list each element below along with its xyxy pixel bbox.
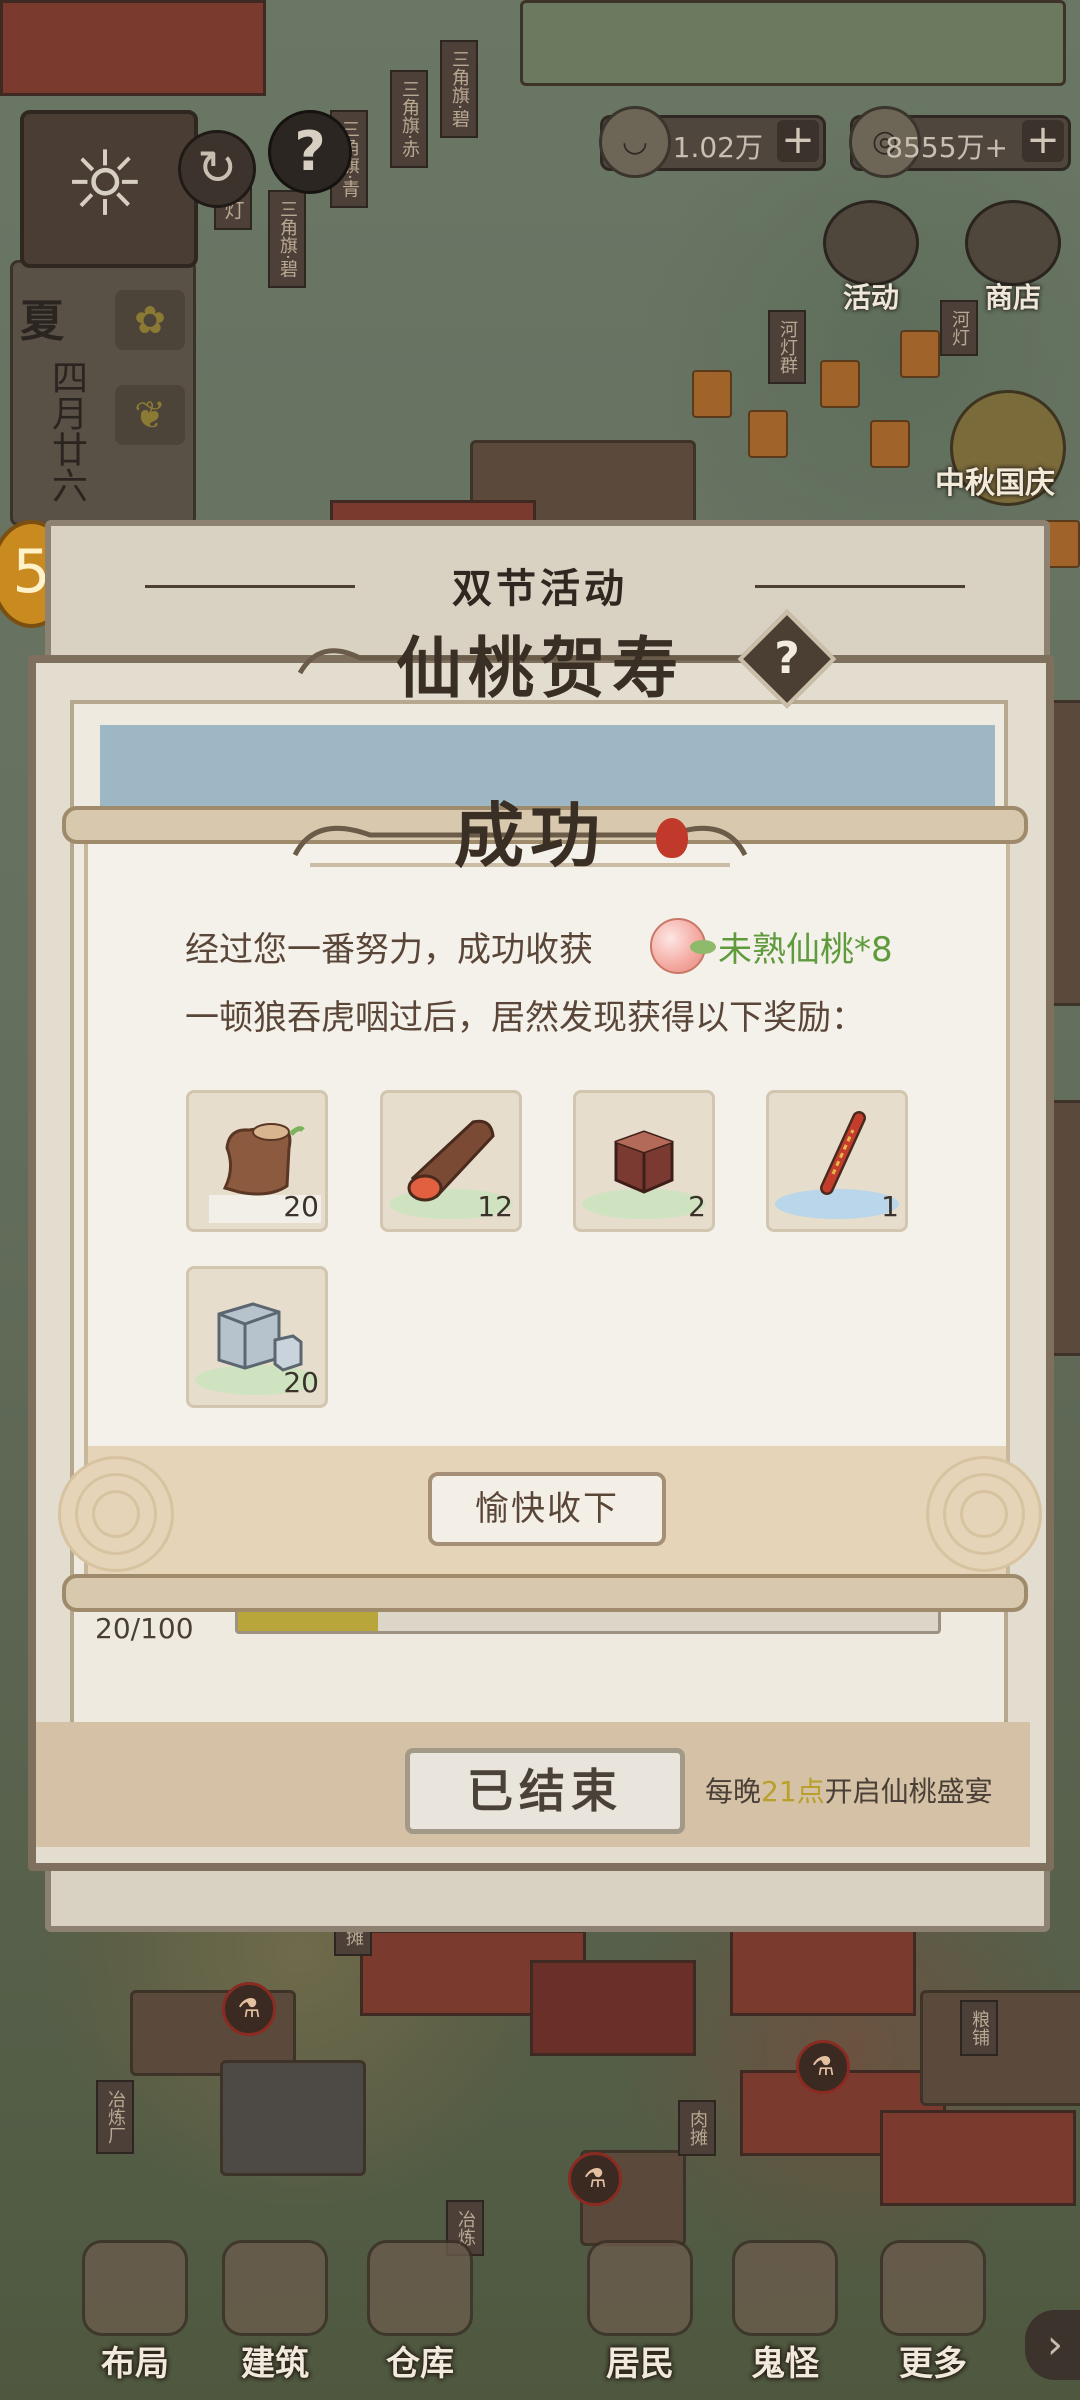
resident-icon [587,2240,693,2336]
seal-icon [656,818,688,858]
reward-item-firework[interactable]: 1 [766,1090,908,1232]
progress-fill [238,1609,378,1631]
nav-label: 仓库 [386,2344,454,2384]
nav-label: 建筑 [241,2344,309,2384]
building-icon [222,2240,328,2336]
sun-icon: ☼ [64,132,146,237]
main-reward: 未熟仙桃*8 [718,930,893,970]
shop-label: 商店 [984,281,1041,314]
resource-value: 1.02万 [672,131,763,164]
peach-leaf-icon [690,940,716,954]
map-sign: 冶炼厂 [96,2080,134,2154]
date-label: 四月廿六 [46,359,87,503]
refresh-icon[interactable]: ↻ [178,130,256,208]
item-quantity: 1 [881,1190,899,1223]
season-date: 夏 四月廿六 [20,285,100,505]
nav-more[interactable]: 更多 [858,2240,1008,2400]
message-line-2: 一顿狼吞虎咽过后，居然发现获得以下奖励： [185,998,865,1038]
resource-counter-1: ◡ 1.02万 + [599,106,826,178]
header-divider [145,585,355,588]
item-quantity: 20 [283,1190,319,1223]
map-sign: 肉摊 [678,2100,716,2156]
resource-value: 8555万+ [885,131,1008,164]
map-banner: 河灯群 [768,310,806,384]
nav-building[interactable]: 建筑 [200,2240,350,2400]
nav-layout[interactable]: 布局 [60,2240,210,2400]
expand-arrow-icon[interactable]: › [1025,2310,1080,2380]
scroll-rod-bottom [62,1574,1028,1612]
note-prefix: 每晚 [705,1775,762,1808]
success-title: 成功 [454,795,606,877]
activity-label: 活动 [842,281,899,314]
warehouse-icon [367,2240,473,2336]
calendar-icon [823,200,919,286]
season-label: 夏 [20,296,64,347]
reward-item-red-block[interactable]: 2 [573,1090,715,1232]
map-sign: 粮铺 [960,2000,998,2056]
help-icon[interactable]: ? [268,110,352,194]
item-quantity: 12 [477,1190,513,1223]
layout-icon [82,2240,188,2336]
nav-label: 居民 [606,2344,674,2384]
note-suffix: 开启仙桃盛宴 [824,1775,993,1808]
accept-button[interactable]: 愉快收下 [428,1472,666,1546]
building-marker-icon[interactable]: ⚗ [222,1982,276,2036]
progress-label: 20/100 [95,1612,194,1645]
shop-button[interactable]: 商店 [958,200,1068,314]
map-banner: 三角旗·赤 [390,70,428,168]
item-quantity: 20 [283,1366,319,1399]
firework-stick-icon [789,1108,885,1204]
map-banner: 三角旗·碧 [440,40,478,138]
event-subtitle: 双节活动 [452,566,628,612]
bottom-nav: 布局 建筑 仓库 居民 鬼怪 更多 [0,2240,1080,2400]
event-note: 每晚21点开启仙桃盛宴 [705,1770,993,1810]
building-marker-icon[interactable]: ⚗ [796,2040,850,2094]
red-block-icon [596,1108,692,1204]
nav-residents[interactable]: 居民 [565,2240,715,2400]
nav-label: 布局 [101,2344,169,2384]
item-quantity: 2 [688,1190,706,1223]
nav-label: 鬼怪 [751,2344,819,2384]
reward-item-stone-block[interactable]: 20 [186,1266,328,1408]
reward-item-log[interactable]: 12 [380,1090,522,1232]
add-resource-button[interactable]: + [777,120,819,162]
ended-button[interactable]: 已结束 [405,1748,685,1834]
message-line-1: 经过您一番努力，成功收获 [185,930,593,970]
header-divider [755,585,965,588]
crop-icon[interactable]: ✿ [115,290,185,350]
reward-item-wood-stump[interactable]: 20 [186,1090,328,1232]
nav-label: 更多 [899,2344,967,2384]
map-banner: 三角旗·碧 [268,190,306,288]
shop-icon [965,200,1061,286]
add-coin-button[interactable]: + [1022,120,1064,162]
nav-ghosts[interactable]: 鬼怪 [710,2240,860,2400]
wheat-icon[interactable]: ❦ [115,385,185,445]
swirl-decoration [58,1456,174,1572]
swirl-decoration [926,1456,1042,1572]
more-icon [880,2240,986,2336]
resource-counter-2: ◎ 8555万+ + [849,106,1071,178]
bowl-icon: ◡ [599,106,671,178]
activity-button[interactable]: 活动 [816,200,926,314]
building-marker-icon[interactable]: ⚗ [568,2152,622,2206]
festival-label: 中秋国庆 [935,466,1055,501]
event-title: 仙桃贺寿 [396,630,684,707]
note-time: 21点 [761,1775,825,1808]
nav-warehouse[interactable]: 仓库 [345,2240,495,2400]
ghost-icon [732,2240,838,2336]
